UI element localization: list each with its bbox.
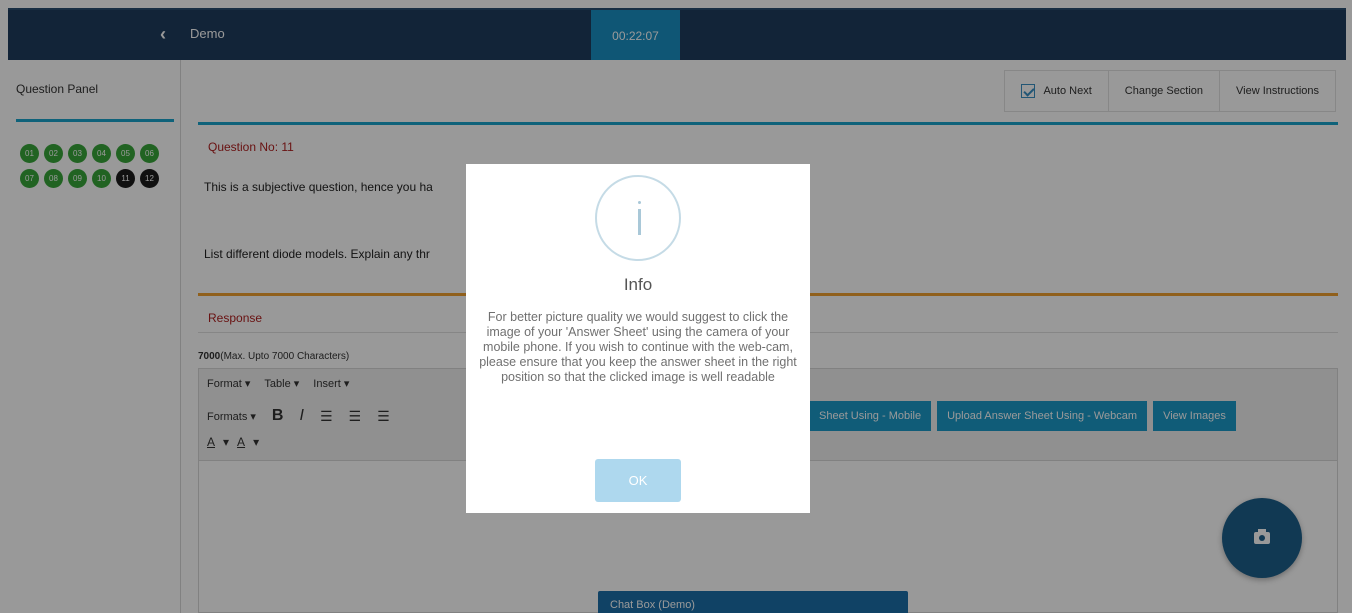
info-dialog: Info For better picture quality we would… bbox=[466, 164, 810, 513]
info-icon-bar bbox=[638, 209, 641, 235]
dialog-message: For better picture quality we would sugg… bbox=[479, 310, 797, 384]
info-icon bbox=[595, 175, 681, 261]
info-icon-dot bbox=[638, 201, 641, 204]
dialog-title: Info bbox=[623, 275, 653, 294]
ok-button[interactable]: OK bbox=[595, 459, 681, 502]
